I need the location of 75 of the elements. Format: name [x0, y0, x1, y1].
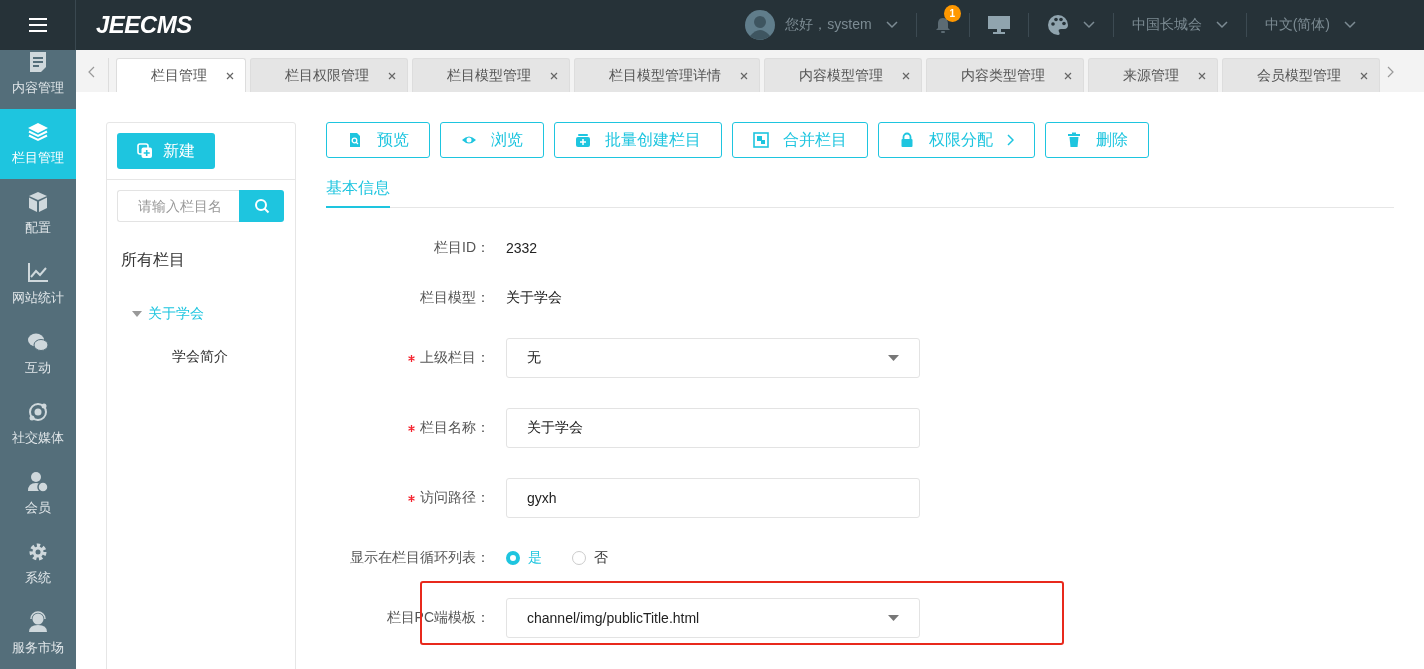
caret-icon[interactable]: [132, 311, 142, 317]
search-field[interactable]: 请输入栏目名: [117, 190, 239, 222]
page-tab[interactable]: 来源管理: [1088, 58, 1218, 92]
page-tab[interactable]: 栏目模型管理: [412, 58, 570, 92]
chevron-down-icon[interactable]: [1344, 21, 1356, 29]
page-tab[interactable]: 栏目管理: [116, 58, 246, 92]
close-icon[interactable]: [226, 72, 234, 80]
close-icon[interactable]: [1360, 72, 1368, 80]
field-value: 关于学会: [506, 289, 562, 305]
chevron-down-icon[interactable]: [1215, 21, 1228, 29]
sidebar-item[interactable]: 服务市场: [0, 599, 76, 669]
close-icon[interactable]: [740, 72, 748, 80]
field-label: 显示在栏目循环列表：: [350, 549, 490, 567]
sidebar-item[interactable]: 系统: [0, 529, 76, 599]
sidebar-item[interactable]: 配置: [0, 179, 76, 249]
add-stack-icon: [575, 132, 591, 148]
palette-icon[interactable]: [1046, 14, 1069, 36]
dropdown-caret-icon: [888, 355, 899, 361]
monitor-icon[interactable]: [987, 16, 1010, 34]
trash-icon: [1066, 132, 1082, 148]
sidebar-item[interactable]: 社交媒体: [0, 389, 76, 459]
orbit-icon: [27, 401, 49, 423]
close-icon[interactable]: [902, 72, 910, 80]
scroll-right-icon[interactable]: [1386, 66, 1394, 78]
page-tab[interactable]: 栏目权限管理: [250, 58, 408, 92]
chat-icon: [27, 331, 49, 353]
field-label: 栏目ID：: [434, 239, 490, 257]
dropdown-caret-icon: [888, 615, 899, 621]
chevron-down-icon[interactable]: [885, 21, 898, 29]
radio-option[interactable]: 否: [572, 549, 608, 567]
field-label: 栏目名称：: [420, 419, 490, 437]
user-greeting[interactable]: 您好，system: [785, 16, 872, 34]
sidebar-item[interactable]: 网站统计: [0, 249, 76, 319]
sidebar-item[interactable]: 内容管理: [0, 50, 76, 109]
sidebar-item[interactable]: 互动: [0, 319, 76, 389]
cube-icon: [27, 191, 49, 213]
logo[interactable]: JEECMS: [96, 11, 192, 39]
avatar-icon[interactable]: [745, 10, 776, 40]
close-icon[interactable]: [550, 72, 558, 80]
input-field[interactable]: 关于学会: [506, 408, 920, 448]
preview-icon: [347, 132, 363, 148]
language-selector[interactable]: 中文(简体): [1264, 16, 1330, 34]
close-icon[interactable]: [388, 72, 396, 80]
add-copy-icon: [137, 143, 153, 159]
lock-icon: [899, 132, 915, 148]
field-label: 栏目模型：: [420, 289, 490, 307]
select-field[interactable]: 无: [506, 338, 920, 378]
field-label: 上级栏目：: [420, 349, 490, 367]
field-label: 访问路径：: [420, 489, 490, 507]
support-icon: [27, 611, 49, 633]
sidebar-item[interactable]: 会员: [0, 459, 76, 529]
bell-icon[interactable]: [934, 16, 951, 34]
menu-icon[interactable]: [28, 18, 47, 32]
notification-badge: 1: [943, 4, 961, 22]
close-icon[interactable]: [1198, 72, 1206, 80]
site-selector[interactable]: 中国长城会: [1131, 16, 1202, 34]
scroll-left-icon[interactable]: [88, 66, 96, 78]
close-icon[interactable]: [1064, 72, 1072, 80]
chevron-down-icon[interactable]: [1082, 21, 1095, 29]
tree-item[interactable]: 学会简介: [172, 348, 228, 364]
tree-title: 所有栏目: [121, 250, 186, 270]
merge-icon: [753, 132, 769, 148]
layers-icon: [27, 121, 49, 143]
page-tab[interactable]: 栏目模型管理详情: [574, 58, 760, 92]
search-icon: [253, 198, 270, 214]
input-field[interactable]: gyxh: [506, 478, 920, 518]
page-tab[interactable]: 内容类型管理: [926, 58, 1084, 92]
chevron-right-icon: [1007, 134, 1014, 146]
member-icon: [27, 471, 49, 493]
select-field[interactable]: channel/img/publicTitle.html: [506, 598, 920, 638]
field-value: 2332: [506, 240, 538, 256]
line-chart-icon: [27, 261, 49, 283]
page-tab[interactable]: 会员模型管理: [1222, 58, 1380, 92]
page-tab[interactable]: 内容模型管理: [764, 58, 922, 92]
gear-icon: [27, 541, 49, 563]
